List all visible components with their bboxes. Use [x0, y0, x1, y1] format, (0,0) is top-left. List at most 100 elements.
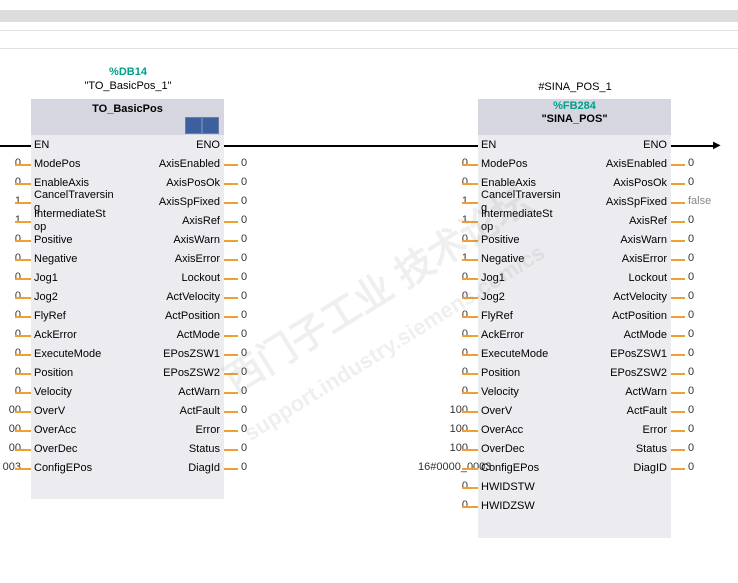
left-input-wire	[15, 411, 31, 413]
right-input-value[interactable]: 100	[418, 423, 468, 435]
left-input-value[interactable]: 00	[0, 404, 21, 416]
left-output-value[interactable]: 0	[241, 176, 247, 188]
right-output-wire	[671, 335, 685, 337]
left-input-value[interactable]: 0	[0, 176, 21, 188]
left-output-value[interactable]: 0	[241, 309, 247, 321]
right-output-value[interactable]: 0	[688, 290, 694, 302]
left-input-value[interactable]: 0	[0, 290, 21, 302]
left-output-pin: ActFault	[179, 405, 220, 417]
left-output-wire	[224, 430, 238, 432]
left-output-value[interactable]: 0	[241, 290, 247, 302]
left-input-wire	[15, 316, 31, 318]
left-input-wire	[15, 373, 31, 375]
left-diagnostic-icon[interactable]	[202, 117, 219, 134]
left-online-icon[interactable]	[185, 117, 202, 134]
right-output-wire	[671, 164, 685, 166]
left-output-pin: ActPosition	[164, 310, 220, 322]
right-input-pin: OverV	[481, 405, 513, 417]
left-input-value[interactable]: 0	[0, 157, 21, 169]
right-output-pin: AxisRef	[629, 215, 667, 227]
right-input-value[interactable]: 16#0000_0003	[418, 461, 491, 473]
left-input-value[interactable]: 0	[0, 366, 21, 378]
left-en-wire	[0, 145, 31, 147]
left-input-wire	[15, 278, 31, 280]
left-input-value[interactable]: 003	[0, 461, 21, 473]
right-output-value[interactable]: 0	[688, 157, 694, 169]
right-input-pin: AckError	[481, 329, 524, 341]
left-output-value[interactable]: 0	[241, 157, 247, 169]
right-input-value[interactable]: 100	[418, 404, 468, 416]
left-instance-name[interactable]: "TO_BasicPos_1"	[60, 80, 196, 92]
right-instance-name[interactable]: #SINA_POS_1	[510, 81, 640, 93]
separator	[0, 30, 738, 31]
right-output-value[interactable]: 0	[688, 176, 694, 188]
left-eno-pin: ENO	[196, 139, 220, 151]
right-output-value[interactable]: false	[688, 195, 711, 207]
right-output-value[interactable]: 0	[688, 328, 694, 340]
left-input-wire	[15, 335, 31, 337]
right-output-value[interactable]: 0	[688, 423, 694, 435]
left-input-pin: Jog1	[34, 272, 58, 284]
left-output-value[interactable]: 0	[241, 461, 247, 473]
right-output-value[interactable]: 0	[688, 461, 694, 473]
left-output-pin: Status	[188, 443, 220, 455]
left-output-pin: EPosZSW2	[163, 367, 220, 379]
right-input-value[interactable]: 0	[418, 347, 468, 359]
left-input-wire	[15, 202, 31, 204]
right-input-value[interactable]: 0	[418, 499, 468, 511]
left-db-number: %DB14	[109, 66, 147, 78]
right-input-value[interactable]: 0	[418, 385, 468, 397]
right-output-value[interactable]: 0	[688, 442, 694, 454]
left-input-value[interactable]: 0	[0, 385, 21, 397]
right-input-wire	[462, 335, 478, 337]
right-input-value[interactable]: 0	[418, 480, 468, 492]
left-input-value[interactable]: 00	[0, 442, 21, 454]
left-input-value[interactable]: 0	[0, 328, 21, 340]
left-input-value[interactable]: 00	[0, 423, 21, 435]
right-output-value[interactable]: 0	[688, 214, 694, 226]
right-output-value[interactable]: 0	[688, 271, 694, 283]
left-output-value[interactable]: 0	[241, 195, 247, 207]
right-input-wire	[462, 506, 478, 508]
left-output-value[interactable]: 0	[241, 442, 247, 454]
left-input-pin: FlyRef	[34, 310, 66, 322]
left-input-value[interactable]: 0	[0, 309, 21, 321]
left-input-wire	[15, 354, 31, 356]
right-output-pin: EPosZSW1	[610, 348, 667, 360]
right-input-wire	[462, 373, 478, 375]
left-output-wire	[224, 259, 238, 261]
left-input-wire	[15, 392, 31, 394]
left-input-value[interactable]: 1	[0, 214, 21, 226]
right-output-value[interactable]: 0	[688, 385, 694, 397]
right-output-value[interactable]: 0	[688, 233, 694, 245]
right-output-value[interactable]: 0	[688, 366, 694, 378]
right-input-pin: OverDec	[481, 443, 525, 455]
right-output-value[interactable]: 0	[688, 309, 694, 321]
right-output-pin: EPosZSW2	[610, 367, 667, 379]
left-output-pin: Lockout	[181, 272, 220, 284]
right-output-value[interactable]: 0	[688, 252, 694, 264]
right-input-pin: FlyRef	[481, 310, 513, 322]
left-output-value[interactable]: 0	[241, 404, 247, 416]
right-input-value[interactable]: 0	[418, 176, 468, 188]
left-input-value[interactable]: 0	[0, 252, 21, 264]
left-output-value[interactable]: 0	[241, 233, 247, 245]
left-input-value[interactable]: 0	[0, 233, 21, 245]
left-input-value[interactable]: 1	[0, 195, 21, 207]
right-output-value[interactable]: 0	[688, 347, 694, 359]
right-output-pin: AxisSpFixed	[605, 196, 667, 208]
right-output-value[interactable]: 0	[688, 404, 694, 416]
right-input-value[interactable]: 0	[418, 157, 468, 169]
right-block-name: "SINA_POS"	[541, 113, 608, 125]
left-output-value[interactable]: 0	[241, 252, 247, 264]
right-input-value[interactable]: 0	[418, 366, 468, 378]
left-output-value[interactable]: 0	[241, 271, 247, 283]
top-bar	[0, 0, 738, 10]
right-input-value[interactable]: 100	[418, 442, 468, 454]
right-output-wire	[671, 373, 685, 375]
left-output-value[interactable]: 0	[241, 214, 247, 226]
left-input-value[interactable]: 0	[0, 271, 21, 283]
right-output-wire	[671, 278, 685, 280]
left-output-pin: AxisRef	[182, 215, 220, 227]
left-input-value[interactable]: 0	[0, 347, 21, 359]
